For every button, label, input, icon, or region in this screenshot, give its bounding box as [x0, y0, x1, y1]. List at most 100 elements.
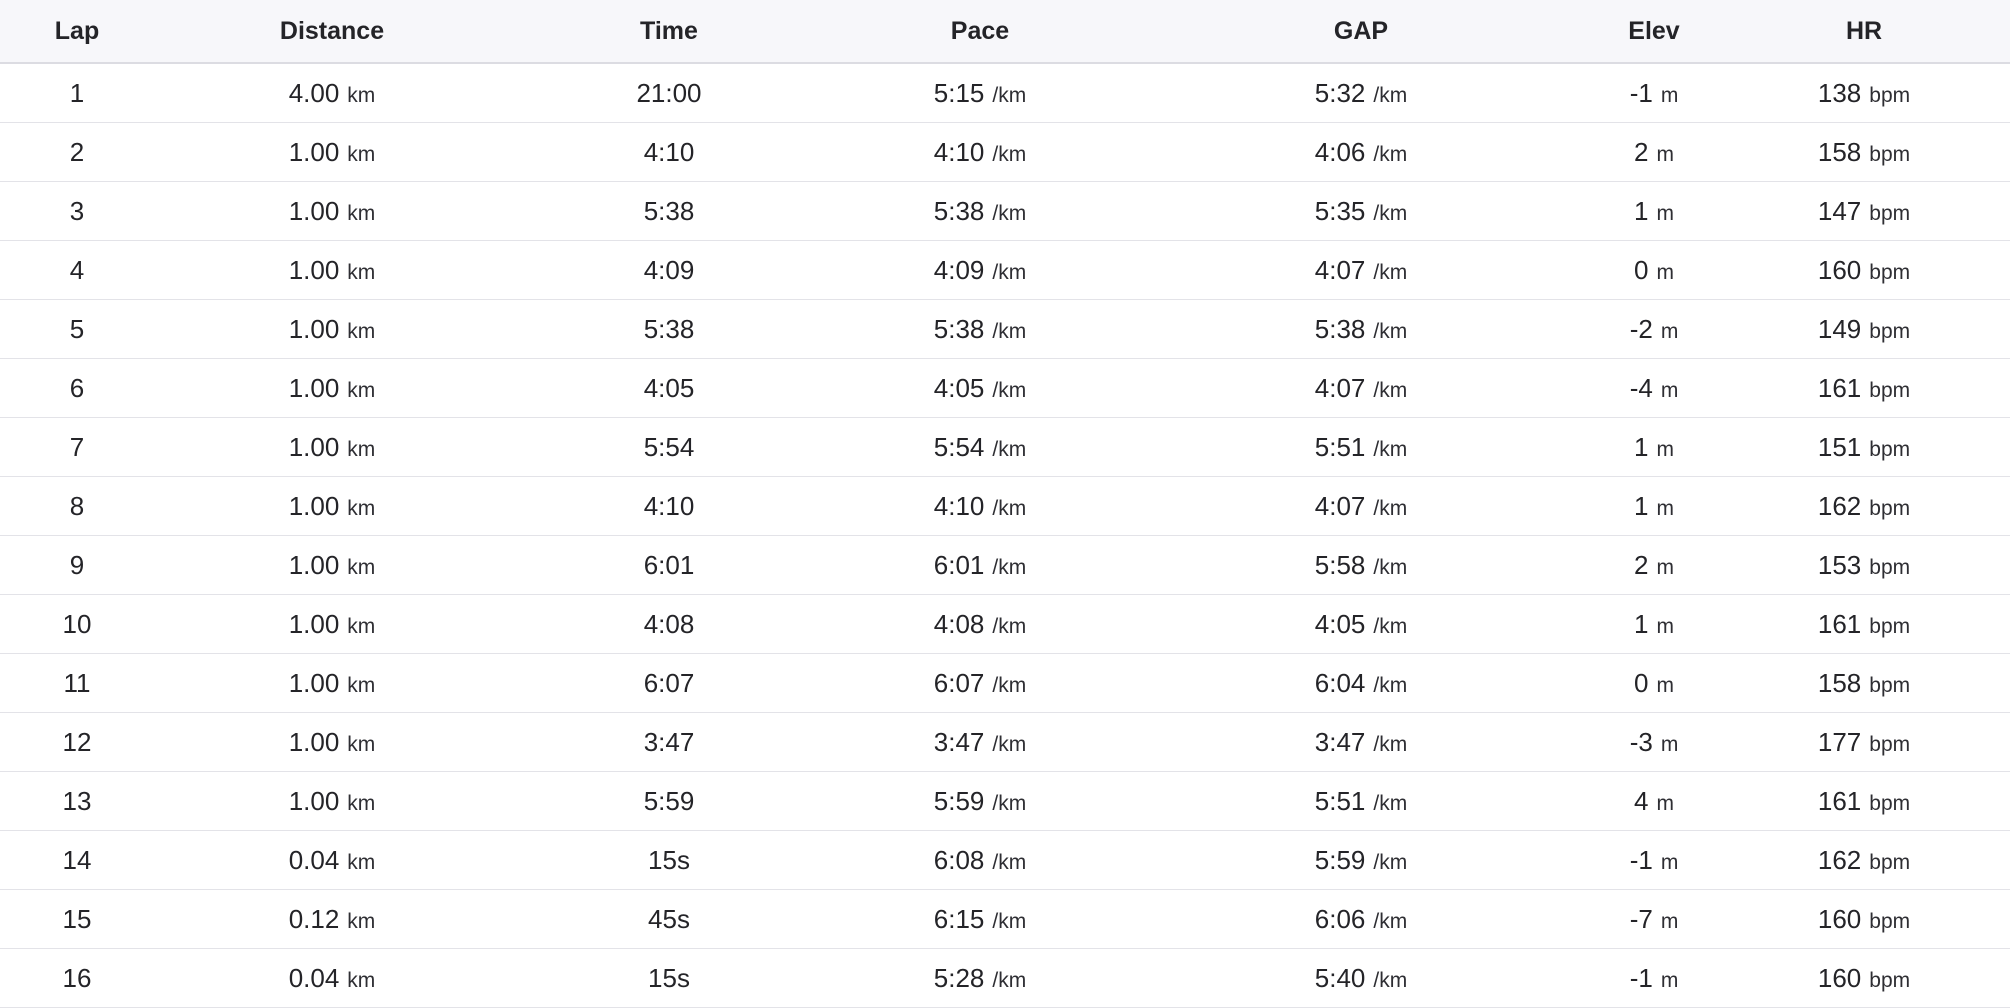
pace-unit: /km — [992, 614, 1027, 638]
cell-pace: 5:38/km — [828, 299, 1132, 359]
table-row[interactable]: 14 0.04 km 15s 6:08/km 5:59/km -1 m 162 bpm — [0, 830, 2010, 890]
cell-hr: 161 bpm — [1718, 358, 2010, 418]
gap-value: 5:32 — [1314, 77, 1366, 108]
table-row[interactable]: 16 0.04 km 15s 5:28/km 5:40/km -1 m 160 bpm — [0, 948, 2010, 1008]
cell-elev: 1m — [1590, 476, 1718, 536]
distance-unit: km — [347, 319, 376, 343]
table-row[interactable]: 9 1.00 km 6:01 6:01/km 5:58/km 2 m 153 bpm — [0, 535, 2010, 595]
distance-unit: km — [347, 142, 376, 166]
gap-value: 5:40 — [1314, 962, 1366, 993]
hr-unit: bpm — [1869, 378, 1911, 402]
header-hr[interactable]: HR — [1718, 0, 2010, 64]
pace-value: 6:08 — [933, 844, 985, 875]
lap-value: 8 — [69, 490, 85, 521]
table-row[interactable]: 6 1.00 km 4:05 4:05/km 4:07/km -4 m 161 bpm — [0, 358, 2010, 418]
gap-value: 4:06 — [1314, 136, 1366, 167]
elev-unit: m — [1660, 850, 1679, 874]
table-row[interactable]: 12 1.00 km 3:47 3:47/km 3:47/km -3 m 177 bpm — [0, 712, 2010, 772]
cell-pace: 5:59/km — [828, 771, 1132, 831]
header-lap[interactable]: Lap — [0, 0, 154, 64]
pace-unit: /km — [992, 83, 1027, 107]
cell-distance: 1.00 km — [154, 535, 510, 595]
lap-value: 5 — [69, 313, 85, 344]
cell-pace: 5:15/km — [828, 63, 1132, 123]
table-row[interactable]: 15 0.12 km 45s 6:15/km 6:06/km -7 m 160 bpm — [0, 889, 2010, 949]
time-value: 21:00 — [636, 77, 702, 108]
table-row[interactable]: 8 1.00 km 4:10 4:10/km 4:07/km 1 m 162 bpm — [0, 476, 2010, 536]
distance-unit: km — [347, 83, 376, 107]
cell-lap: 3 — [0, 181, 154, 241]
cell-elev: 0m — [1590, 240, 1718, 300]
distance-value: 1.00 — [288, 313, 340, 344]
cell-elev: 1m — [1590, 181, 1718, 241]
cell-pace: 5:54/km — [828, 417, 1132, 477]
cell-pace: 4:10/km — [828, 122, 1132, 182]
elev-unit: m — [1660, 909, 1679, 933]
header-time[interactable]: Time — [510, 0, 828, 64]
lap-value: 4 — [69, 254, 85, 285]
gap-unit: /km — [1373, 909, 1408, 933]
cell-elev: 1m — [1590, 417, 1718, 477]
cell-lap: 13 — [0, 771, 154, 831]
table-row[interactable]: 1 4.00 km 21:00 5:15/km 5:32/km -1 m 138 bpm — [0, 63, 2010, 123]
hr-unit: bpm — [1869, 319, 1911, 343]
laps-table: Lap Distance Time Pace GAP Elev HR 1 4.00… — [0, 0, 2010, 1008]
hr-value: 149 — [1817, 313, 1862, 344]
gap-unit: /km — [1373, 437, 1408, 461]
header-distance[interactable]: Distance — [154, 0, 510, 64]
table-row[interactable]: 10 1.00 km 4:08 4:08/km 4:05/km 1 m 161 bpm — [0, 594, 2010, 654]
cell-gap: 5:59/km — [1132, 830, 1590, 890]
pace-value: 6:07 — [933, 667, 985, 698]
header-pace[interactable]: Pace — [828, 0, 1132, 64]
cell-hr: 149 bpm — [1718, 299, 2010, 359]
table-row[interactable]: 3 1.00 km 5:38 5:38/km 5:35/km 1 m 147 bpm — [0, 181, 2010, 241]
cell-lap: 7 — [0, 417, 154, 477]
cell-elev: -3 m — [1590, 712, 1718, 772]
elev-value: -3 — [1629, 726, 1653, 757]
cell-pace: 4:10/km — [828, 476, 1132, 536]
table-row[interactable]: 13 1.00 km 5:59 5:59/km 5:51/km 4 m 161 bpm — [0, 771, 2010, 831]
gap-value: 6:04 — [1314, 667, 1366, 698]
gap-unit: /km — [1373, 555, 1408, 579]
distance-value: 0.12 — [288, 903, 340, 934]
table-row[interactable]: 7 1.00 km 5:54 5:54/km 5:51/km 1 m 151 bpm — [0, 417, 2010, 477]
distance-value: 1.00 — [288, 431, 340, 462]
distance-value: 1.00 — [288, 136, 340, 167]
cell-time: 4:10 — [510, 476, 828, 536]
gap-unit: /km — [1373, 378, 1408, 402]
distance-unit: km — [347, 614, 376, 638]
distance-unit: km — [347, 260, 376, 284]
cell-hr: 158 bpm — [1718, 653, 2010, 713]
hr-value: 158 — [1817, 667, 1862, 698]
gap-unit: /km — [1373, 201, 1408, 225]
cell-hr: 153 bpm — [1718, 535, 2010, 595]
hr-value: 160 — [1817, 254, 1862, 285]
gap-value: 4:05 — [1314, 608, 1366, 639]
elev-value: 1 — [1634, 431, 1649, 462]
elev-unit: m — [1656, 260, 1674, 284]
cell-gap: 5:40/km — [1132, 948, 1590, 1008]
hr-value: 153 — [1817, 549, 1862, 580]
cell-hr: 162 bpm — [1718, 476, 2010, 536]
table-row[interactable]: 5 1.00 km 5:38 5:38/km 5:38/km -2 m 149 bpm — [0, 299, 2010, 359]
cell-hr: 160 bpm — [1718, 240, 2010, 300]
pace-value: 4:09 — [933, 254, 985, 285]
cell-elev: -4 m — [1590, 358, 1718, 418]
header-elev[interactable]: Elev — [1590, 0, 1718, 64]
elev-unit: m — [1656, 437, 1674, 461]
cell-hr: 138 bpm — [1718, 63, 2010, 123]
table-row[interactable]: 11 1.00 km 6:07 6:07/km 6:04/km 0 m 158 bpm — [0, 653, 2010, 713]
distance-unit: km — [347, 378, 376, 402]
table-row[interactable]: 2 1.00 km 4:10 4:10/km 4:06/km 2 m 158 bpm — [0, 122, 2010, 182]
distance-value: 1.00 — [288, 785, 340, 816]
header-gap[interactable]: GAP — [1132, 0, 1590, 64]
elev-value: 0 — [1634, 667, 1649, 698]
time-value: 4:05 — [643, 372, 695, 403]
distance-value: 1.00 — [288, 667, 340, 698]
cell-time: 6:01 — [510, 535, 828, 595]
table-row[interactable]: 4 1.00 km 4:09 4:09/km 4:07/km 0 m 160 bpm — [0, 240, 2010, 300]
cell-elev: -1 m — [1590, 63, 1718, 123]
pace-unit: /km — [992, 319, 1027, 343]
cell-hr: 151 bpm — [1718, 417, 2010, 477]
pace-value: 5:38 — [933, 313, 985, 344]
